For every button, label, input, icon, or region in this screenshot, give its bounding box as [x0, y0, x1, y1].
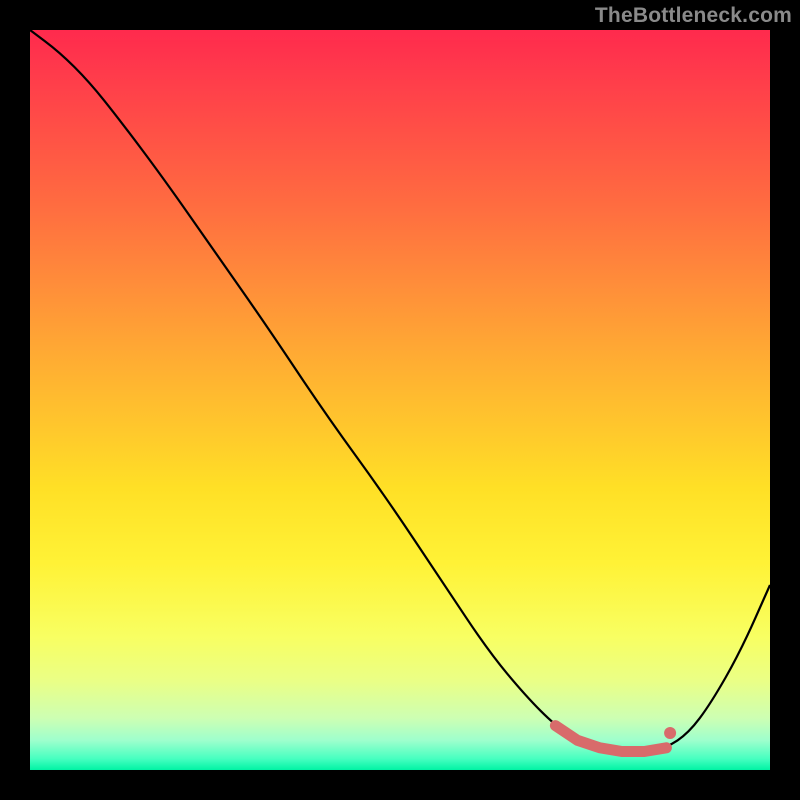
chart-frame: TheBottleneck.com [0, 0, 800, 800]
curve-layer [30, 30, 770, 770]
plot-area [30, 30, 770, 770]
highlight-dot [664, 727, 676, 739]
bottleneck-curve [30, 30, 770, 752]
watermark-text: TheBottleneck.com [595, 4, 792, 28]
highlight-band [555, 726, 666, 752]
